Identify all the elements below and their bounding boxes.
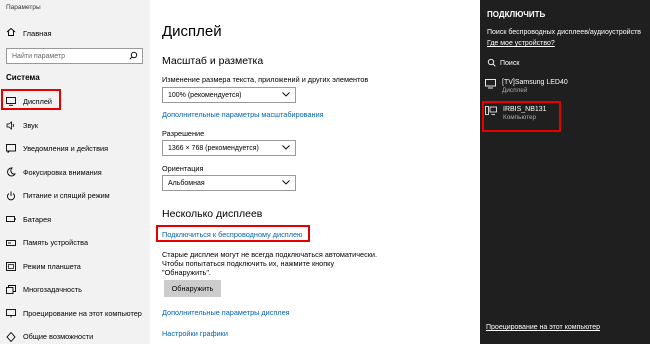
graphics-settings-link[interactable]: Настройки графики bbox=[162, 329, 228, 338]
orientation-value: Альбомная bbox=[168, 179, 205, 187]
sidebar-item-label: Память устройства bbox=[23, 238, 89, 248]
shared-icon bbox=[6, 331, 16, 342]
sidebar-item-storage[interactable]: Память устройства bbox=[0, 231, 150, 255]
moon-icon bbox=[6, 167, 16, 177]
home-label: Главная bbox=[23, 28, 52, 38]
sidebar-item-label: Фокусировка внимания bbox=[23, 167, 102, 177]
search-icon bbox=[129, 51, 138, 62]
scale-heading: Масштаб и разметка bbox=[162, 55, 264, 67]
app-title: Параметры bbox=[6, 4, 41, 11]
sidebar-item-power[interactable]: Питание и спящий режим bbox=[0, 184, 150, 208]
project-to-pc-link[interactable]: Проецирование на этот компьютер bbox=[486, 324, 600, 331]
device-name: [TV]Samsung LED40 bbox=[502, 79, 568, 86]
sidebar-item-battery[interactable]: Батарея bbox=[0, 208, 150, 232]
multi-display-heading: Несколько дисплеев bbox=[162, 208, 263, 220]
battery-icon bbox=[6, 215, 16, 223]
device-highlight bbox=[482, 101, 561, 132]
sidebar-item-label: Режим планшета bbox=[23, 261, 81, 271]
settings-sidebar: Параметры Главная Найти параметр Система… bbox=[0, 0, 150, 344]
where-device-link[interactable]: Где мое устройство? bbox=[487, 40, 555, 47]
advanced-display-link[interactable]: Дополнительные параметры дисплея bbox=[162, 308, 290, 317]
sidebar-item-tablet[interactable]: Режим планшета bbox=[0, 255, 150, 279]
search-status: Поиск bbox=[487, 58, 519, 69]
sidebar-item-label: Уведомления и действия bbox=[23, 144, 109, 154]
wireless-link-highlight bbox=[156, 225, 310, 242]
sidebar-item-notifications[interactable]: Уведомления и действия bbox=[0, 137, 150, 161]
multitask-icon bbox=[6, 285, 16, 295]
notification-icon bbox=[6, 144, 16, 154]
detect-button[interactable]: Обнаружить bbox=[164, 280, 221, 297]
search-icon bbox=[487, 58, 496, 69]
sidebar-item-projecting[interactable]: Проецирование на этот компьютер bbox=[0, 302, 150, 326]
resolution-label: Разрешение bbox=[162, 129, 205, 138]
search-placeholder: Найти параметр bbox=[12, 52, 65, 60]
search-status-label: Поиск bbox=[500, 60, 520, 67]
chevron-down-icon bbox=[282, 91, 290, 99]
text-size-value: 100% (рекомендуется) bbox=[168, 91, 242, 99]
speaker-icon bbox=[6, 120, 16, 130]
search-input[interactable]: Найти параметр bbox=[6, 48, 143, 64]
sidebar-item-label: Проецирование на этот компьютер bbox=[23, 308, 142, 318]
sidebar-item-shared[interactable]: Общие возможности bbox=[0, 325, 150, 344]
sidebar-item-label: Звук bbox=[23, 120, 38, 130]
home-icon bbox=[6, 27, 16, 39]
connect-panel: ПОДКЛЮЧИТЬ Поиск беспроводных дисплеев/а… bbox=[480, 0, 650, 344]
chevron-down-icon bbox=[282, 144, 290, 152]
sidebar-item-label: Общие возможности bbox=[23, 332, 94, 342]
searching-text: Поиск беспроводных дисплеев/аудиоустройс… bbox=[487, 29, 642, 36]
connect-panel-title: ПОДКЛЮЧИТЬ bbox=[487, 10, 546, 19]
old-displays-text-1: Старые дисплеи могут не всегда подключат… bbox=[162, 250, 378, 259]
tv-icon bbox=[485, 79, 496, 91]
sidebar-item-label: Многозадачность bbox=[23, 285, 82, 295]
resolution-dropdown[interactable]: 1366 × 768 (рекомендуется) bbox=[162, 140, 296, 156]
text-size-label: Изменение размера текста, приложений и д… bbox=[162, 75, 369, 84]
text-size-dropdown[interactable]: 100% (рекомендуется) bbox=[162, 87, 296, 103]
sidebar-item-label: Питание и спящий режим bbox=[23, 191, 110, 201]
old-displays-text-2: Чтобы попытаться подключить их, нажмите … bbox=[162, 259, 335, 268]
advanced-scaling-link[interactable]: Дополнительные параметры масштабирования bbox=[162, 110, 324, 119]
storage-icon bbox=[6, 239, 16, 247]
sidebar-item-focus[interactable]: Фокусировка внимания bbox=[0, 161, 150, 185]
old-displays-text-3: "Обнаружить". bbox=[162, 268, 211, 277]
group-heading: Система bbox=[6, 73, 40, 82]
display-settings-page: Дисплей Масштаб и разметка Изменение раз… bbox=[156, 0, 482, 344]
device-item[interactable]: [TV]Samsung LED40 Дисплей bbox=[485, 79, 568, 94]
display-item-highlight bbox=[1, 89, 61, 110]
orientation-label: Ориентация bbox=[162, 164, 204, 173]
page-title: Дисплей bbox=[162, 23, 222, 40]
power-icon bbox=[6, 191, 16, 201]
resolution-value: 1366 × 768 (рекомендуется) bbox=[168, 144, 259, 152]
home-link[interactable]: Главная bbox=[6, 27, 52, 39]
sidebar-item-label: Батарея bbox=[23, 214, 52, 224]
sidebar-item-multitasking[interactable]: Многозадачность bbox=[0, 278, 150, 302]
chevron-down-icon bbox=[282, 179, 290, 187]
sidebar-nav: Дисплей Звук Уведомления и действия Фоку… bbox=[0, 90, 150, 344]
tablet-icon bbox=[6, 261, 16, 271]
project-icon bbox=[6, 308, 16, 318]
sidebar-item-sound[interactable]: Звук bbox=[0, 114, 150, 138]
device-type: Дисплей bbox=[502, 87, 528, 94]
orientation-dropdown[interactable]: Альбомная bbox=[162, 175, 296, 191]
